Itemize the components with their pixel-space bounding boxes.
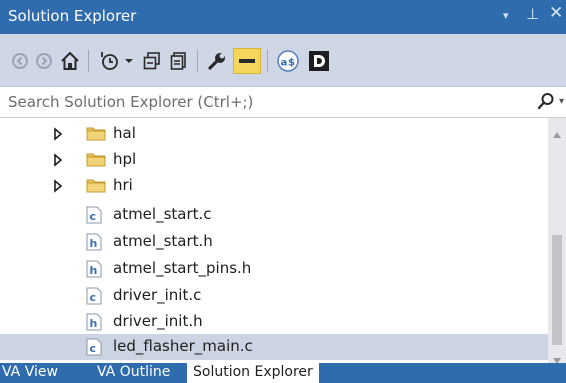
h-file-icon: h bbox=[86, 260, 102, 282]
title-bar: Solution Explorer ▾ ⊥ ✕ bbox=[0, 0, 566, 34]
tree-item-label: driver_init.c bbox=[113, 286, 202, 304]
collapse-all-icon[interactable] bbox=[140, 48, 164, 74]
scroll-up-icon[interactable] bbox=[553, 124, 561, 142]
toolbar: a $ bbox=[0, 34, 566, 87]
toolbar-separator bbox=[197, 50, 198, 72]
home-icon[interactable] bbox=[57, 48, 83, 74]
tree-item-hal[interactable]: hal bbox=[0, 121, 548, 147]
expand-arrow-icon[interactable] bbox=[53, 153, 63, 171]
expand-arrow-icon[interactable] bbox=[53, 179, 63, 197]
show-all-files-icon[interactable] bbox=[167, 48, 191, 74]
vertical-scrollbar[interactable] bbox=[548, 118, 566, 364]
h-file-icon: h bbox=[86, 233, 102, 255]
expand-arrow-icon[interactable] bbox=[53, 127, 63, 145]
close-icon[interactable]: ✕ bbox=[549, 3, 563, 23]
svg-text:h: h bbox=[90, 237, 98, 250]
svg-text:h: h bbox=[90, 317, 98, 330]
tree-item-label: hpl bbox=[113, 150, 137, 168]
toolbar-separator bbox=[88, 50, 89, 72]
svg-text:a: a bbox=[281, 58, 288, 69]
tree-item-hri[interactable]: hri bbox=[0, 173, 548, 199]
tree-item-label: atmel_start.c bbox=[113, 205, 212, 223]
tree-item-label: hal bbox=[113, 124, 136, 142]
scrollbar-thumb[interactable] bbox=[552, 235, 562, 345]
svg-text:$: $ bbox=[288, 58, 295, 69]
tree-item-atmel-start-c[interactable]: c atmel_start.c bbox=[0, 202, 548, 228]
properties-wrench-icon[interactable] bbox=[204, 48, 230, 74]
pin-icon[interactable]: ⊥ bbox=[526, 5, 539, 23]
tree-item-led-flasher-main-c[interactable]: c led_flasher_main.c bbox=[0, 334, 548, 360]
folder-icon bbox=[86, 125, 106, 145]
toolbar-separator bbox=[267, 50, 268, 72]
bottom-tab-bar: VA View VA Outline Solution Explorer bbox=[0, 363, 566, 383]
c-file-icon: c bbox=[86, 287, 102, 309]
d-logo-icon[interactable] bbox=[306, 48, 332, 74]
folder-icon bbox=[86, 151, 106, 171]
svg-text:h: h bbox=[90, 264, 98, 277]
h-file-icon: h bbox=[86, 313, 102, 335]
tree-item-label: atmel_start_pins.h bbox=[113, 259, 252, 277]
svg-text:c: c bbox=[90, 342, 97, 355]
preview-selected-icon[interactable] bbox=[233, 48, 261, 74]
tree-item-hpl[interactable]: hpl bbox=[0, 147, 548, 173]
folder-icon bbox=[86, 177, 106, 197]
tree-item-driver-init-c[interactable]: c driver_init.c bbox=[0, 283, 548, 309]
forward-icon[interactable] bbox=[33, 48, 55, 74]
filter-dropdown-icon[interactable] bbox=[123, 48, 135, 74]
search-options-dropdown-icon[interactable]: ▾ bbox=[559, 96, 564, 107]
c-file-icon: c bbox=[86, 338, 102, 360]
search-input[interactable]: Search Solution Explorer (Ctrl+;) bbox=[8, 93, 253, 111]
tree-item-label: driver_init.h bbox=[113, 312, 203, 330]
window-menu-dropdown-icon[interactable]: ▾ bbox=[503, 9, 509, 22]
pending-changes-filter-icon[interactable] bbox=[96, 48, 122, 74]
tab-va-view[interactable]: VA View bbox=[2, 363, 58, 383]
back-icon[interactable] bbox=[9, 48, 31, 74]
tree-item-atmel-start-h[interactable]: h atmel_start.h bbox=[0, 229, 548, 255]
tree-item-label: atmel_start.h bbox=[113, 232, 213, 250]
visual-assist-icon[interactable]: a $ bbox=[274, 48, 302, 74]
tree-item-atmel-start-pins-h[interactable]: h atmel_start_pins.h bbox=[0, 256, 548, 282]
svg-text:c: c bbox=[90, 210, 97, 223]
tree-item-label: hri bbox=[113, 176, 133, 194]
solution-tree: hal hpl hri c atmel_start.c h atmel_star… bbox=[0, 118, 548, 363]
svg-text:c: c bbox=[90, 291, 97, 304]
search-bar: Search Solution Explorer (Ctrl+;) ▾ bbox=[0, 87, 566, 118]
tree-item-label: led_flasher_main.c bbox=[113, 337, 253, 355]
tab-solution-explorer[interactable]: Solution Explorer bbox=[187, 363, 319, 383]
search-icon[interactable] bbox=[537, 92, 555, 114]
tree-item-driver-init-h[interactable]: h driver_init.h bbox=[0, 309, 548, 335]
tab-va-outline[interactable]: VA Outline bbox=[97, 363, 170, 383]
c-file-icon: c bbox=[86, 206, 102, 228]
window-title: Solution Explorer bbox=[8, 7, 137, 25]
